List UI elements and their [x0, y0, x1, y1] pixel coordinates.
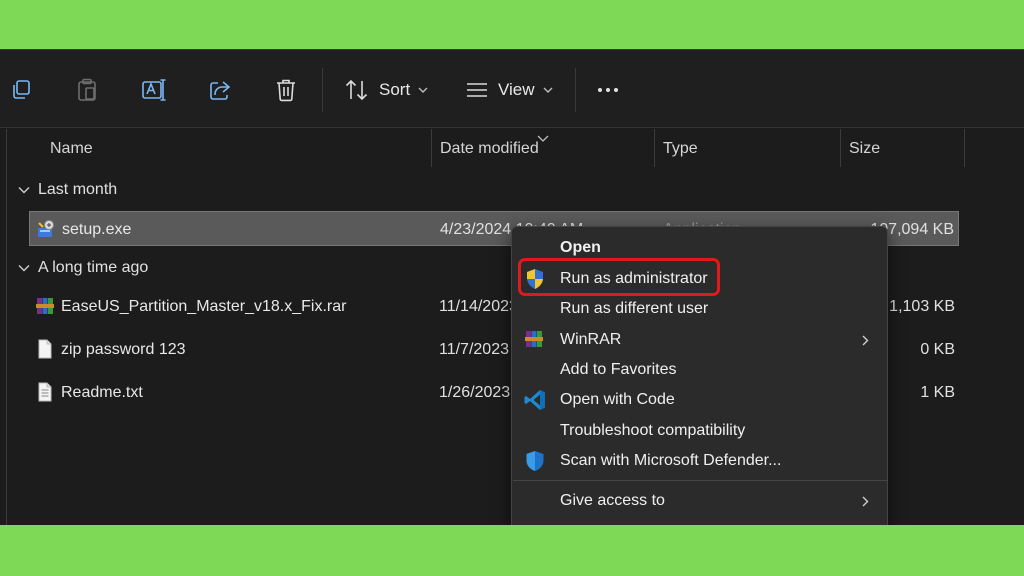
file-name: zip password 123	[61, 341, 186, 358]
file-size: 1,103 KB	[889, 298, 955, 315]
toolbar-separator	[322, 68, 323, 112]
chevron-right-icon	[862, 494, 869, 512]
column-header-name[interactable]: Name	[50, 140, 93, 158]
menu-item-troubleshoot-compatibility[interactable]: Troubleshoot compatibility	[512, 416, 887, 446]
sort-label: Sort	[379, 80, 411, 99]
group-header-a-long-time-ago[interactable]: A long time ago	[18, 259, 148, 277]
copy-button[interactable]	[10, 76, 32, 104]
column-header-size[interactable]: Size	[849, 140, 880, 158]
column-header-type[interactable]: Type	[663, 140, 698, 158]
column-divider[interactable]	[654, 129, 655, 167]
share-icon	[208, 79, 232, 101]
file-name: EaseUS_Partition_Master_v18.x_Fix.rar	[61, 298, 347, 315]
view-label: View	[498, 80, 535, 99]
chevron-down-icon	[418, 87, 428, 93]
copy-icon	[10, 79, 32, 101]
column-headers: Name Date modified Type Size	[0, 129, 1024, 167]
group-header-last-month[interactable]: Last month	[18, 181, 117, 199]
context-menu: Open Run as administrator Run as differe…	[511, 226, 888, 525]
vscode-icon	[524, 389, 546, 416]
chevron-down-icon	[18, 181, 30, 199]
menu-separator	[513, 480, 888, 481]
rename-icon	[141, 79, 167, 101]
column-divider[interactable]	[840, 129, 841, 167]
blank-file-icon	[35, 339, 55, 364]
chevron-right-icon	[862, 333, 869, 351]
sort-button[interactable]: Sort	[345, 76, 428, 104]
clipboard-icon	[76, 78, 98, 102]
file-explorer-window: Sort View Name Date modified Type Size L…	[0, 49, 1024, 525]
file-size: 1 KB	[920, 384, 955, 401]
column-divider[interactable]	[964, 129, 965, 167]
setup-installer-icon	[36, 219, 56, 244]
menu-item-add-to-favorites[interactable]: Add to Favorites	[512, 355, 887, 385]
defender-shield-icon	[524, 450, 546, 477]
share-button[interactable]	[208, 76, 232, 104]
menu-item-winrar[interactable]: WinRAR	[512, 325, 887, 355]
pane-divider	[6, 129, 7, 525]
winrar-icon	[35, 296, 55, 321]
toolbar-separator	[575, 68, 576, 112]
more-options-icon[interactable]	[598, 88, 618, 92]
view-button[interactable]: View	[466, 76, 553, 104]
winrar-icon	[524, 329, 544, 354]
file-name: setup.exe	[62, 221, 132, 238]
menu-item-open-with-code[interactable]: Open with Code	[512, 385, 887, 415]
highlight-annotation-box	[518, 258, 720, 296]
file-name: Readme.txt	[61, 384, 143, 401]
delete-button[interactable]	[275, 76, 297, 104]
paste-button[interactable]	[76, 76, 98, 104]
sort-arrows-icon	[345, 79, 369, 101]
group-label: A long time ago	[38, 259, 149, 276]
file-size: 0 KB	[920, 341, 955, 358]
trash-icon	[275, 78, 297, 102]
command-bar: Sort View	[0, 50, 1024, 128]
menu-item-scan-with-defender[interactable]: Scan with Microsoft Defender...	[512, 446, 887, 476]
column-divider[interactable]	[431, 129, 432, 167]
text-file-icon	[35, 382, 55, 407]
rename-button[interactable]	[141, 76, 167, 104]
chevron-down-icon	[18, 259, 30, 277]
file-date: 1/26/2023	[439, 384, 511, 401]
sort-descending-icon	[537, 129, 549, 147]
menu-item-give-access-to[interactable]: Give access to	[512, 486, 887, 516]
chevron-down-icon	[543, 87, 553, 93]
list-view-icon	[466, 82, 488, 98]
column-header-date[interactable]: Date modified	[440, 140, 539, 158]
group-label: Last month	[38, 181, 118, 198]
menu-item-run-as-different-user[interactable]: Run as different user	[512, 294, 887, 324]
